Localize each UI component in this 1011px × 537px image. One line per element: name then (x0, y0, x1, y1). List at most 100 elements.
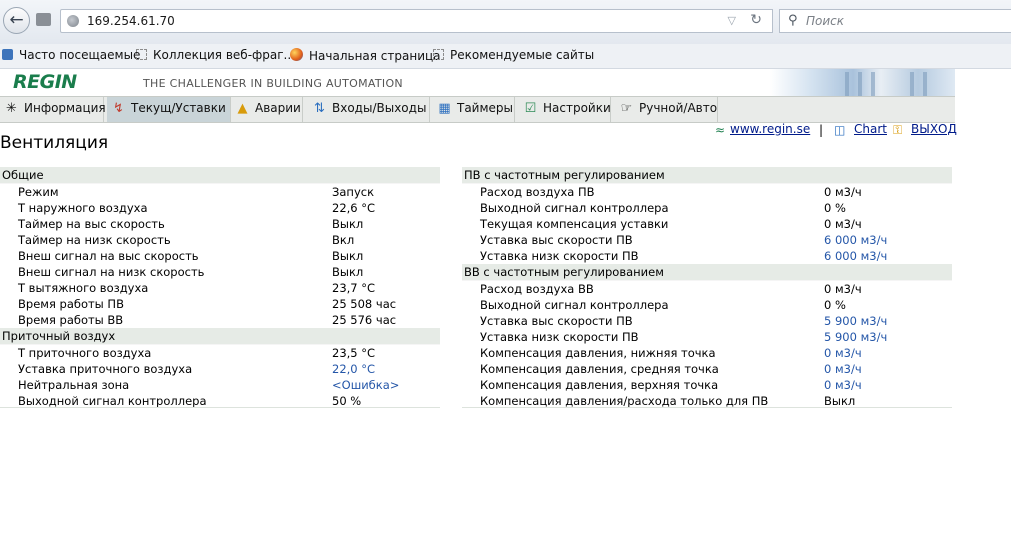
bookmark-most-visited[interactable]: Часто посещаемые (2, 48, 140, 62)
chart-icon: ◫ (834, 123, 846, 137)
back-button[interactable]: ← (3, 7, 30, 34)
table-divider (0, 407, 440, 408)
main-nav: ✳ Информация ↯ Текущ/Уставки ▲ Аварии ⇅ Вход… (0, 96, 955, 123)
table-row: Т вытяжного воздуха 23,7 °C (0, 280, 440, 296)
browser-toolbar: ← 169.254.61.70 ▽ ↻ ⚲ Поиск (0, 0, 1011, 45)
nav-item-info[interactable]: ✳ Информация (0, 97, 106, 122)
tagline: THE CHALLENGER IN BUILDING AUTOMATION (143, 77, 403, 90)
tabs-icon[interactable] (36, 13, 51, 26)
page-icon (433, 49, 444, 60)
url-text[interactable]: 169.254.61.70 (87, 14, 175, 28)
nav-item-alarms[interactable]: ▲ Аварии (231, 97, 303, 122)
table-row: Т наружного воздуха 22,6 °C (0, 200, 440, 216)
row-label: Компенсация давления, средняя точка (480, 362, 719, 376)
row-label: Т приточного воздуха (18, 346, 152, 360)
table-row: Время работы ПВ 25 508 час (0, 296, 440, 312)
table-row: Уставка приточного воздуха 22,0 °C (0, 361, 440, 377)
row-value: 23,7 °C (332, 281, 376, 295)
chevron-down-icon[interactable]: ▽ (728, 14, 736, 27)
editable-value-link[interactable]: 0 м3/ч (824, 361, 862, 377)
regin-site-link[interactable]: www.regin.se (730, 122, 810, 136)
bell-icon: ▲ (237, 101, 248, 116)
editable-value-link[interactable]: 6 000 м3/ч (824, 248, 887, 264)
row-label: Компенсация давления, верхняя точка (480, 378, 719, 392)
row-label: Уставка выс скорости ПВ (480, 314, 633, 328)
url-bar[interactable]: 169.254.61.70 ▽ ↻ (60, 9, 773, 33)
table-row: Расход воздуха ВВ 0 м3/ч (462, 281, 952, 297)
chart-link[interactable]: Chart (854, 122, 887, 136)
section-header: ПВ с частотным регулированием (462, 167, 952, 184)
nav-item-timers[interactable]: ▦ Таймеры (433, 97, 515, 122)
table-row: Режим Запуск (0, 184, 440, 200)
bookmark-web-slice[interactable]: Коллекция веб-фраг... (136, 48, 295, 62)
editable-value-link[interactable]: 5 900 м3/ч (824, 313, 887, 329)
row-value: Выкл (332, 249, 364, 263)
table-row: Компенсация давления, нижняя точка 0 м3/ч (462, 345, 952, 361)
bookmark-start-page[interactable]: Начальная страница (290, 48, 441, 63)
search-input[interactable]: ⚲ Поиск (779, 9, 1011, 33)
table-row: Выходной сигнал контроллера 0 % (462, 297, 952, 313)
editable-value-link[interactable]: 0 м3/ч (824, 377, 862, 393)
table-row: Время работы ВВ 25 576 час (0, 312, 440, 328)
section-header: Приточный воздух (0, 328, 440, 345)
search-placeholder: Поиск (806, 14, 845, 28)
row-label: Выходной сигнал контроллера (480, 201, 669, 215)
search-icon: ⚲ (788, 13, 798, 28)
firefox-icon (290, 48, 303, 61)
reload-icon[interactable]: ↻ (750, 12, 762, 28)
table-row: Компенсация давления, верхняя точка 0 м3/… (462, 377, 952, 393)
table-row: Внеш сигнал на низк скорость Выкл (0, 264, 440, 280)
row-label: Режим (18, 185, 59, 199)
right-table: ПВ с частотным регулированием Расход воз… (462, 167, 952, 409)
row-value: Запуск (332, 185, 375, 199)
row-label: Текущая компенсация уставки (480, 217, 669, 231)
row-label: Нейтральная зона (18, 378, 130, 392)
editable-value-link[interactable]: 5 900 м3/ч (824, 329, 887, 345)
row-label: Т наружного воздуха (18, 201, 148, 215)
regin-small-logo-icon: ≈ (715, 123, 726, 137)
editable-value-link[interactable]: 0 м3/ч (824, 345, 862, 361)
table-row: Таймер на выс скорость Выкл (0, 216, 440, 232)
section-header: ВВ с частотным регулированием (462, 264, 952, 281)
row-value: Выкл (332, 217, 364, 231)
row-label: Расход воздуха ПВ (480, 185, 595, 199)
table-row: Внеш сигнал на выс скорость Выкл (0, 248, 440, 264)
table-row: Текущая компенсация уставки 0 м3/ч (462, 216, 952, 232)
exit-link[interactable]: ВЫХОД (911, 122, 957, 136)
app-header: REGIN THE CHALLENGER IN BUILDING AUTOMAT… (0, 69, 955, 96)
row-label: Время работы ВВ (18, 313, 124, 327)
table-row: Уставка выс скорости ПВ 6 000 м3/ч (462, 232, 952, 248)
table-divider (462, 407, 952, 408)
page-icon (136, 49, 147, 60)
row-label: Уставка выс скорости ПВ (480, 233, 633, 247)
bookmarks-bar: Часто посещаемые Коллекция веб-фраг... Н… (0, 44, 1011, 69)
row-label: Т вытяжного воздуха (18, 281, 149, 295)
checklist-icon: ☑ (524, 101, 537, 116)
bookmark-recommended[interactable]: Рекомендуемые сайты (433, 48, 594, 62)
calendar-icon: ▦ (438, 101, 451, 116)
link-separator: | (819, 123, 824, 137)
table-row: Т приточного воздуха 23,5 °C (0, 345, 440, 361)
editable-value-link[interactable]: 22,0 °C (332, 361, 375, 377)
row-value: Вкл (332, 233, 355, 247)
nav-item-settings[interactable]: ☑ Настройки (519, 97, 611, 122)
editable-value-link[interactable]: 6 000 м3/ч (824, 232, 887, 248)
nav-item-io[interactable]: ⇅ Входы/Выходы (308, 97, 430, 122)
row-value: 0 м3/ч (824, 185, 862, 199)
row-value: 0 % (824, 201, 846, 215)
nav-item-manual-auto[interactable]: ☞ Ручной/Авто (615, 97, 718, 122)
bookmark-icon (2, 49, 13, 60)
row-value: Выкл (332, 265, 364, 279)
globe-icon (67, 15, 79, 27)
chart-icon: ↯ (113, 101, 124, 116)
row-value: 0 % (824, 298, 846, 312)
row-value: 22,6 °C (332, 201, 376, 215)
row-label: Уставка низк скорости ПВ (480, 330, 639, 344)
row-value: 25 576 час (332, 313, 397, 327)
row-value: 0 м3/ч (824, 282, 862, 296)
editable-value-link[interactable]: <Ошибка> (332, 377, 399, 393)
table-row: Уставка выс скорости ПВ 5 900 м3/ч (462, 313, 952, 329)
table-row: Уставка низк скорости ПВ 5 900 м3/ч (462, 329, 952, 345)
info-icon: ✳ (6, 101, 17, 116)
nav-item-current-setpoints[interactable]: ↯ Текущ/Уставки (107, 97, 231, 122)
